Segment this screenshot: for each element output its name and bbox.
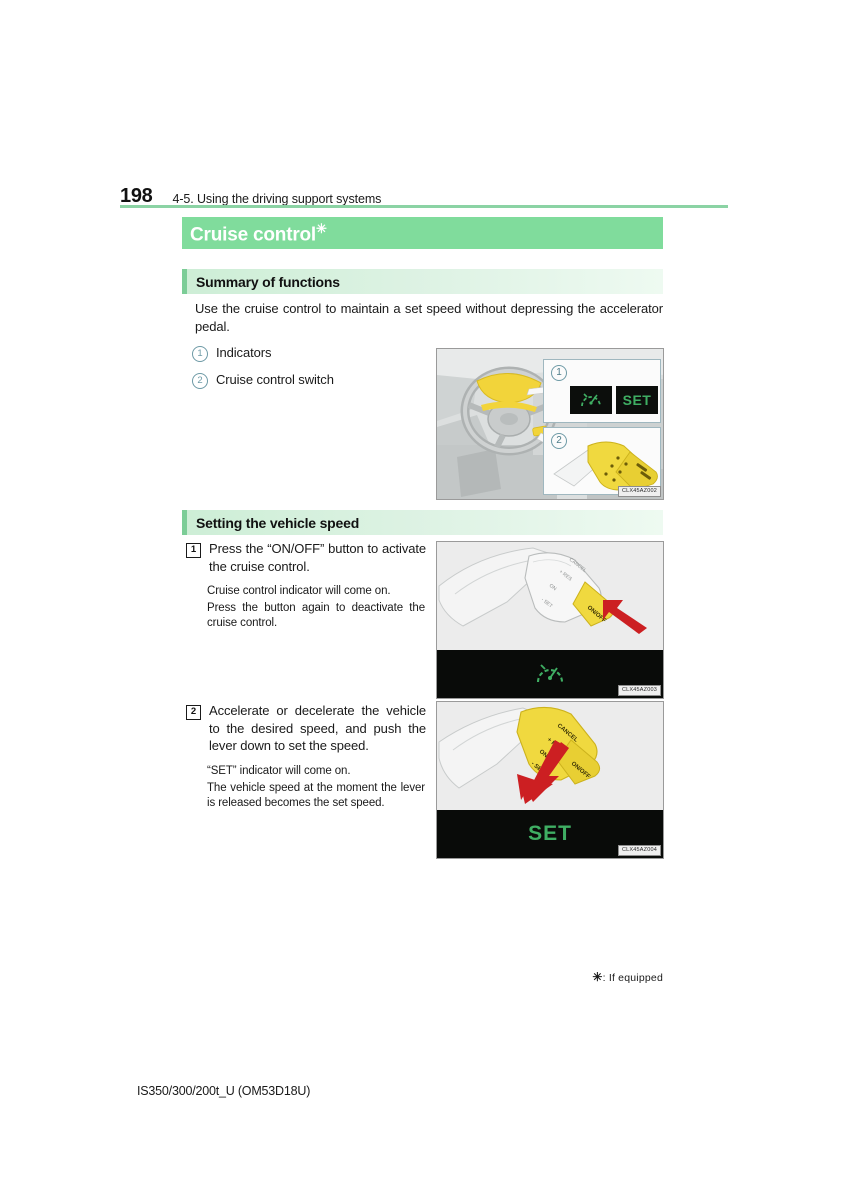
callout-label-cruise-control-switch: Cruise control switch	[216, 372, 334, 387]
page-number: 198	[120, 185, 153, 207]
step-1-notes: Cruise control indicator will come on. P…	[207, 584, 425, 631]
step-1-note-1: Cruise control indicator will come on.	[207, 585, 391, 597]
list-item: 1 Indicators	[192, 344, 422, 362]
intro-paragraph: Use the cruise control to maintain a set…	[195, 301, 663, 334]
list-item: 2 Cruise control switch	[192, 371, 422, 389]
circled-number-1: 1	[551, 365, 567, 381]
chapter-title-text: Cruise control	[190, 224, 316, 246]
section-heading-label: Setting the vehicle speed	[196, 514, 360, 531]
figure-steering-wheel-overview: 1 SET 2 CLX45AZ002	[436, 348, 664, 500]
cruise-control-icon	[581, 393, 601, 407]
cruise-control-indicator-tile	[570, 386, 612, 414]
callout-list: 1 Indicators 2 Cruise control switch	[192, 344, 422, 398]
step-2: 2 Accelerate or decelerate the vehicle t…	[186, 702, 426, 811]
breadcrumb: 4-5. Using the driving support systems	[172, 191, 382, 206]
step-2-note-1: “SET” indicator will come on.	[207, 764, 351, 777]
set-indicator-label: SET	[622, 392, 652, 408]
chapter-title-bar: Cruise control✳	[182, 217, 663, 249]
figure-3-photo: CANCEL + RES ON - SET ON/OFF	[437, 702, 663, 810]
callout-box-indicators: 1 SET	[543, 359, 661, 423]
step-number-1: 1	[186, 543, 201, 558]
section-accent-bar	[182, 510, 187, 535]
page-title: Cruise control✳	[190, 222, 327, 244]
callout-label-indicators: Indicators	[216, 345, 272, 360]
page-header: 198 4-5. Using the driving support syste…	[120, 176, 728, 206]
step-number-2: 2	[186, 705, 201, 720]
step-1-text: Press the “ON/OFF” button to activate th…	[209, 541, 426, 574]
figure-set-lever: CANCEL + RES ON - SET ON/OFF SET CLX45AZ…	[436, 701, 664, 859]
figure-on-off-button: + RES ON - SET CANCEL ON/OFF CLX45AZ003	[436, 541, 664, 699]
step-1: 1 Press the “ON/OFF” button to activate …	[186, 540, 426, 631]
cruise-control-icon	[536, 664, 564, 683]
figure-caption: CLX45AZ003	[617, 685, 661, 696]
footnote-text: : If equipped	[602, 972, 663, 984]
chapter-title-asterisk: ✳	[316, 220, 327, 236]
footnote-asterisk: ✳	[592, 970, 603, 984]
callout-box-cruise-switch: 2	[543, 427, 661, 495]
step-2-notes: “SET” indicator will come on. The vehicl…	[207, 764, 425, 811]
section-accent-bar	[182, 269, 187, 294]
step-2-text: Accelerate or decelerate the vehicle to …	[209, 703, 426, 753]
page-footer: IS350/300/200t_U (OM53D18U)	[137, 1084, 311, 1098]
section-heading-setting: Setting the vehicle speed	[182, 510, 663, 535]
figure-2-photo: + RES ON - SET CANCEL ON/OFF	[437, 542, 663, 650]
circled-number-2: 2	[192, 373, 208, 389]
section-heading-label: Summary of functions	[196, 273, 340, 290]
set-indicator-label: SET	[528, 822, 572, 845]
circled-number-1: 1	[192, 346, 208, 362]
lever-onoff-illustration: + RES ON - SET CANCEL ON/OFF	[437, 542, 663, 650]
section-heading-summary: Summary of functions	[182, 269, 663, 294]
header-divider	[120, 205, 728, 208]
step-2-head: 2 Accelerate or decelerate the vehicle t…	[186, 702, 426, 755]
step-1-note-2: Press the button again to deactivate the…	[207, 602, 425, 629]
lever-set-illustration: CANCEL + RES ON - SET ON/OFF	[437, 702, 663, 810]
figure-caption: CLX45AZ004	[617, 845, 661, 856]
figure-caption: CLX45AZ002	[617, 486, 661, 497]
step-2-note-2: The vehicle speed at the moment the leve…	[207, 781, 425, 809]
set-indicator-tile: SET	[616, 386, 658, 414]
step-1-head: 1 Press the “ON/OFF” button to activate …	[186, 540, 426, 575]
footnote: ✳: If equipped	[592, 970, 663, 984]
